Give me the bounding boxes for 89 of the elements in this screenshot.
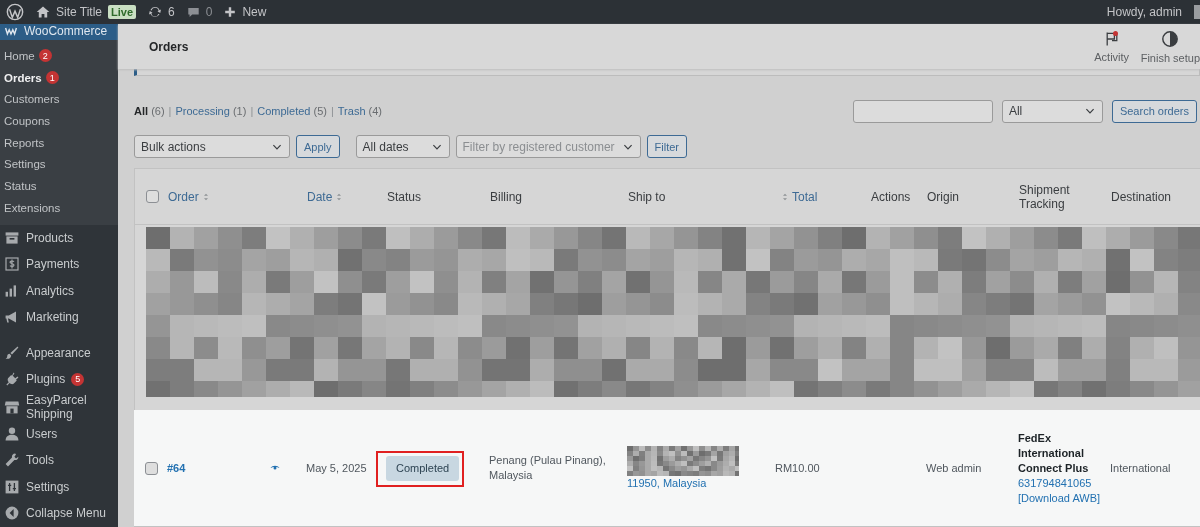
- new-link[interactable]: New: [242, 5, 267, 19]
- plus-icon: [224, 6, 237, 18]
- filter-button[interactable]: Filter: [646, 135, 687, 158]
- view-link[interactable]: Trash (4): [337, 105, 383, 117]
- greeting[interactable]: Howdy, admin: [1106, 5, 1182, 19]
- menu-item[interactable]: Analytics: [0, 277, 118, 304]
- menu-item[interactable]: Marketing: [0, 304, 118, 331]
- menu-item[interactable]: WooCommerce: [0, 24, 118, 40]
- column-header: Destination: [1111, 189, 1173, 204]
- menu-item[interactable]: Products: [0, 224, 118, 251]
- count-badge: 1: [45, 71, 59, 85]
- search-button[interactable]: Search orders: [1111, 99, 1197, 123]
- view-link[interactable]: All (6): [134, 105, 165, 117]
- archive-box-icon: [4, 229, 20, 246]
- divider: |: [168, 105, 172, 117]
- status-badge: Completed: [386, 455, 460, 481]
- order-row[interactable]: #64 May 5, 2025 Completed Penang (Pulau Pinang), Malaysia 11950, Malaysia RM10.00 Web admin FedEx International Connect Plus 631794841065 [Download AWB] International: [134, 410, 1200, 526]
- submenu-item[interactable]: Home 2: [0, 45, 118, 67]
- half-circle-icon: [1161, 29, 1180, 48]
- sliders-icon: [4, 478, 20, 495]
- order-date: May 5, 2025: [306, 462, 368, 474]
- column-header: Origin: [927, 189, 960, 204]
- order-destination: International: [1110, 462, 1172, 474]
- column-header: Shipment Tracking: [1019, 182, 1071, 211]
- logo-icon: [6, 3, 24, 21]
- order-link[interactable]: #64: [167, 462, 265, 474]
- column-header[interactable]: Total: [776, 189, 871, 204]
- refresh-icon: [148, 5, 163, 19]
- live-badge: Live: [108, 5, 137, 19]
- menu-item[interactable]: Plugins 5: [0, 366, 118, 393]
- dollar-icon: [4, 256, 20, 273]
- count-badge: 2: [38, 49, 52, 63]
- sort-icon: [335, 191, 344, 202]
- header-action[interactable]: Activity: [1082, 30, 1141, 63]
- menu-item[interactable]: Settings: [0, 473, 118, 500]
- menu-item[interactable]: Payments: [0, 251, 118, 278]
- column-header: Billing: [490, 189, 523, 204]
- submenu-item[interactable]: Settings: [0, 153, 118, 176]
- collapse-menu-button[interactable]: Collapse Menu: [0, 500, 118, 527]
- divider: |: [250, 105, 254, 117]
- submenu-item[interactable]: Extensions: [0, 196, 118, 219]
- plug-icon: [4, 371, 20, 388]
- user-icon: [4, 425, 20, 442]
- view-link[interactable]: Processing (1): [175, 105, 247, 117]
- menu-item[interactable]: Appearance: [0, 339, 118, 366]
- bulk-actions-select[interactable]: Bulk actions: [134, 135, 290, 158]
- download-awb-link[interactable]: [Download AWB]: [1018, 490, 1110, 506]
- updates-count[interactable]: 6: [168, 5, 175, 19]
- home-icon: [36, 5, 50, 19]
- submenu-item[interactable]: Orders 1: [0, 66, 118, 89]
- menu-item[interactable]: EasyParcel Shipping: [0, 392, 118, 421]
- submenu-item[interactable]: Reports: [0, 131, 118, 154]
- site-title[interactable]: Site Title: [56, 5, 103, 19]
- sort-icon: [781, 191, 789, 202]
- wrench-icon: [4, 452, 20, 469]
- carrier-name: FedEx International Connect Plus: [1018, 430, 1090, 476]
- menu-item[interactable]: Users: [0, 420, 118, 447]
- submenu-item[interactable]: Coupons: [0, 110, 118, 132]
- column-header: Actions: [871, 189, 912, 204]
- search-type-select[interactable]: All: [1001, 99, 1103, 123]
- submenu-item[interactable]: Customers: [0, 88, 118, 111]
- column-header[interactable]: Order: [168, 189, 307, 204]
- storefront-icon: [4, 398, 20, 415]
- comments-count[interactable]: 0: [205, 5, 213, 19]
- row-checkbox[interactable]: [145, 461, 158, 475]
- comment-icon: [186, 5, 200, 19]
- shipping-address-link[interactable]: 11950, Malaysia: [627, 475, 775, 491]
- apply-button[interactable]: Apply: [296, 135, 340, 158]
- date-filter-select[interactable]: All dates: [355, 135, 450, 158]
- logo-icon: [4, 25, 18, 37]
- sort-icon: [201, 191, 210, 202]
- select-all-checkbox[interactable]: [146, 190, 159, 203]
- column-header: Status: [387, 189, 423, 204]
- submenu-item[interactable]: Status: [0, 175, 118, 197]
- paintbrush-icon: [4, 344, 20, 361]
- order-total: RM10.00: [775, 462, 821, 474]
- view-link[interactable]: Completed (5): [257, 105, 327, 117]
- order-origin: Web admin: [926, 462, 983, 474]
- search-field[interactable]: [852, 99, 993, 123]
- collapse-icon: [4, 505, 20, 522]
- header-action[interactable]: Finish setup: [1140, 29, 1200, 64]
- divider: |: [330, 105, 334, 117]
- menu-item[interactable]: Tools: [0, 447, 118, 474]
- billing-address: Penang (Pulau Pinang), Malaysia: [489, 453, 607, 483]
- tracking-number-link[interactable]: 631794841065: [1018, 475, 1110, 491]
- column-header[interactable]: Date: [307, 189, 387, 204]
- page-title: Orders: [149, 39, 190, 54]
- column-header: Ship to: [628, 189, 667, 204]
- count-badge: 5: [71, 372, 85, 386]
